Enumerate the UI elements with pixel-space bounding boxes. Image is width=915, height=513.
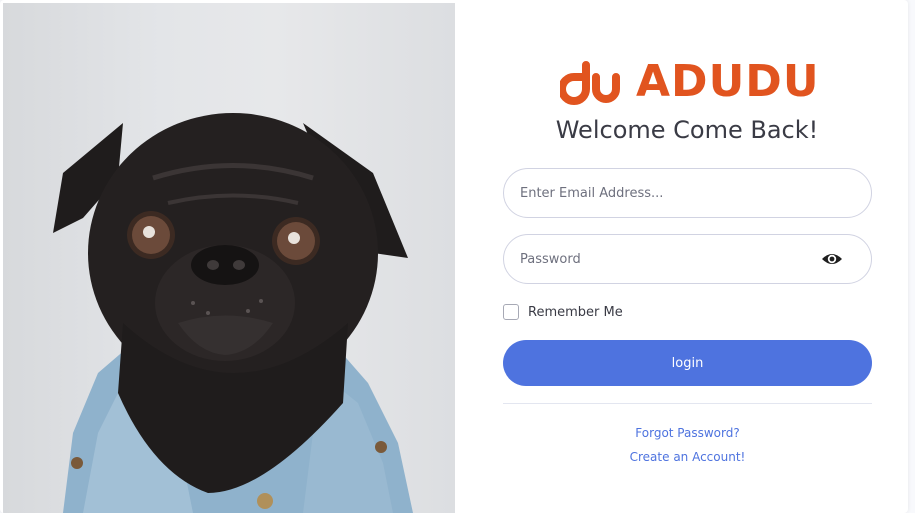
login-label: login	[671, 355, 704, 371]
login-card: ADUDU Welcome Come Back! Enter Email Add…	[0, 0, 908, 513]
remember-label: Remember Me	[528, 304, 623, 320]
divider	[503, 403, 872, 404]
login-form-panel: ADUDU Welcome Come Back! Enter Email Add…	[455, 0, 908, 513]
brand-name: ADUDU	[636, 55, 820, 107]
email-placeholder: Enter Email Address...	[520, 185, 664, 201]
login-button[interactable]: login	[503, 340, 872, 386]
pug-image	[3, 3, 455, 513]
forgot-password-link[interactable]: Forgot Password?	[503, 426, 872, 440]
remember-me[interactable]: Remember Me	[503, 304, 623, 320]
page-title: Welcome Come Back!	[555, 116, 819, 144]
brand: ADUDU	[560, 55, 820, 107]
remember-checkbox[interactable]	[503, 304, 519, 320]
create-account-link[interactable]: Create an Account!	[503, 450, 872, 464]
email-input[interactable]: Enter Email Address...	[503, 168, 872, 218]
password-placeholder: Password	[520, 251, 581, 267]
adudu-logo-icon	[560, 61, 620, 105]
eye-icon[interactable]	[821, 250, 843, 268]
password-input[interactable]: Password	[503, 234, 872, 284]
